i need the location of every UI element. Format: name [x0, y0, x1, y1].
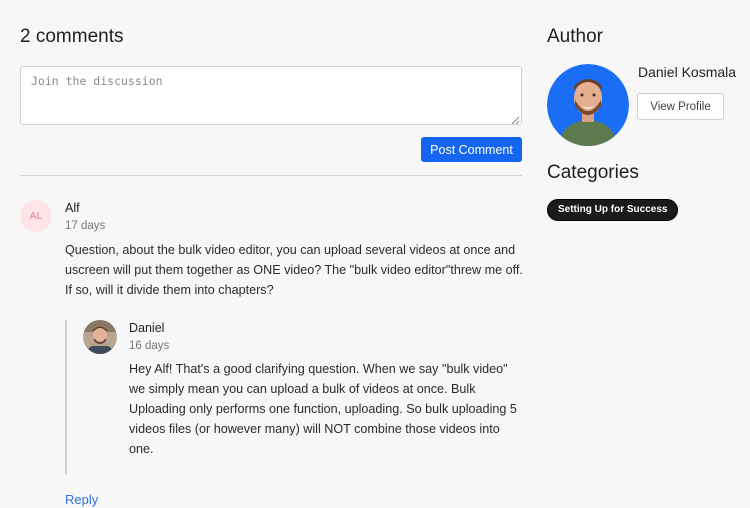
discussion-input[interactable]	[20, 66, 522, 125]
author-card: Daniel Kosmala View Profile	[547, 64, 747, 148]
reply-author: Daniel	[129, 321, 165, 335]
comments-count-heading: 2 comments	[20, 26, 124, 47]
view-profile-button[interactable]: View Profile	[637, 93, 724, 120]
author-name: Daniel Kosmala	[638, 64, 737, 80]
comment-timestamp: 17 days	[65, 220, 106, 232]
divider	[20, 175, 522, 176]
sidebar: Author Daniel Kosmala View Profile Categ…	[547, 26, 747, 221]
reply-thread: Daniel 16 days Hey Alf! That's a good cl…	[65, 320, 523, 475]
reply-body: Daniel 16 days Hey Alf! That's a good cl…	[129, 320, 523, 459]
reply-link[interactable]: Reply	[65, 492, 98, 507]
resize-grip-icon[interactable]	[510, 115, 520, 125]
comment-author: Alf	[65, 201, 80, 215]
comment-text: Question, about the bulk video editor, y…	[65, 243, 523, 297]
comments-section: 2 comments Post Comment AL Alf 17 days Q…	[20, 26, 523, 508]
reply-text: Hey Alf! That's a good clarifying questi…	[129, 362, 517, 456]
avatar[interactable]	[547, 64, 629, 146]
post-row: Post Comment	[20, 137, 522, 162]
categories-heading: Categories	[547, 162, 639, 183]
author-heading: Author	[547, 26, 603, 47]
comment-body: Alf 17 days Question, about the bulk vid…	[65, 200, 523, 508]
category-list: Setting Up for Success	[547, 184, 747, 221]
avatar: AL	[20, 200, 52, 232]
post-comment-button[interactable]: Post Comment	[421, 137, 522, 162]
avatar	[83, 320, 117, 354]
reply-timestamp: 16 days	[129, 340, 170, 352]
comment-item: AL Alf 17 days Question, about the bulk …	[20, 200, 523, 508]
category-tag[interactable]: Setting Up for Success	[547, 199, 679, 221]
